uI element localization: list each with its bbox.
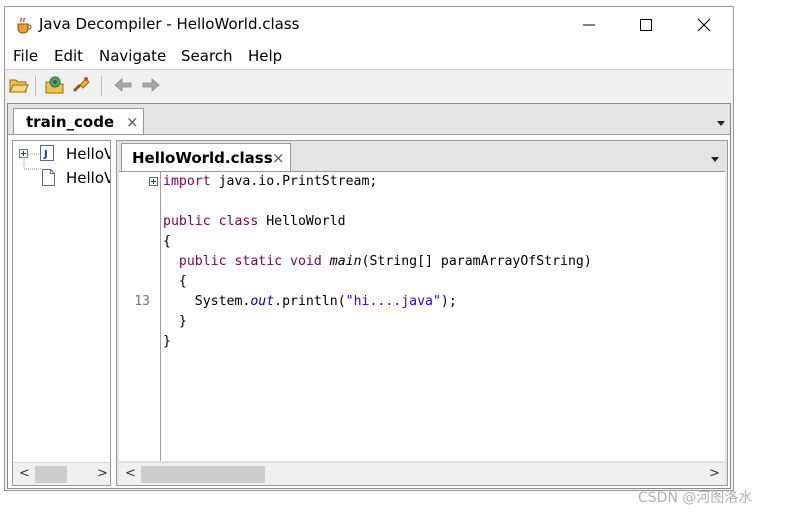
decompiler-window: Java Decompiler - HelloWorld.class File … <box>4 6 734 491</box>
open-type-icon[interactable] <box>45 76 65 94</box>
code-token: out <box>250 294 275 309</box>
menu-file[interactable]: File <box>13 47 38 65</box>
tab-helloworld-class[interactable]: HelloWorld.class × <box>121 143 291 171</box>
watermark: CSDN @河图洛水 <box>638 490 753 506</box>
close-icon <box>697 18 711 32</box>
line-number-gutter: 13 <box>119 172 161 461</box>
menu-bar: File Edit Navigate Search Help <box>5 43 733 69</box>
tab-close-icon[interactable]: × <box>272 149 285 167</box>
code-line: public class HelloWorld <box>163 214 346 229</box>
tree-connector <box>28 153 40 155</box>
scroll-thumb[interactable] <box>141 466 265 483</box>
tree-connector <box>23 157 41 170</box>
fold-expand-icon[interactable] <box>149 177 158 186</box>
editor-tab-list-dropdown-icon[interactable] <box>711 157 719 162</box>
tree-item-helloworld-java[interactable]: HelloV <box>13 157 111 189</box>
code-token: ); <box>440 294 457 309</box>
code-token: java.io.PrintStream; <box>210 174 378 189</box>
code-line: public static void main(String[] paramAr… <box>163 254 592 269</box>
minimize-button[interactable] <box>560 7 618 43</box>
minimize-icon <box>583 24 595 26</box>
code-line: import java.io.PrintStream; <box>163 174 377 189</box>
menu-navigate[interactable]: Navigate <box>99 47 166 65</box>
menu-help[interactable]: Help <box>248 47 282 65</box>
forward-icon[interactable] <box>141 76 161 94</box>
title-bar[interactable]: Java Decompiler - HelloWorld.class <box>5 7 733 43</box>
tree-item-label: HelloV <box>66 145 111 163</box>
scroll-left-icon[interactable]: < <box>125 466 136 481</box>
code-token: .println( <box>274 294 346 309</box>
code-token: { <box>163 274 187 289</box>
code-token: System. <box>163 294 251 309</box>
code-token: (String[] paramArrayOfString) <box>361 254 592 269</box>
open-file-icon[interactable] <box>9 76 29 94</box>
code-token: "hi....java" <box>345 294 441 309</box>
line-number: 13 <box>134 294 150 309</box>
file-icon <box>42 169 55 186</box>
code-line: { <box>163 274 187 289</box>
svg-text:J: J <box>43 149 48 160</box>
tab-close-icon[interactable]: × <box>126 113 139 131</box>
tab-train-code-label: train_code <box>26 113 115 131</box>
code-token: public static void <box>178 254 322 269</box>
toolbar-separator <box>101 76 102 96</box>
tab-list-dropdown-icon[interactable] <box>717 121 725 126</box>
close-button[interactable] <box>675 7 733 43</box>
maximize-button[interactable] <box>617 7 675 43</box>
code-token: HelloWorld <box>258 214 346 229</box>
code-line: } <box>163 334 171 349</box>
code-token: main <box>329 254 362 269</box>
editor-horizontal-scrollbar[interactable]: < > <box>119 462 725 485</box>
menu-edit[interactable]: Edit <box>54 47 83 65</box>
toolbar-separator <box>35 76 36 96</box>
code-token: { <box>163 234 171 249</box>
editor-pane: HelloWorld.class × 13 import java.io.Pri… <box>116 140 728 486</box>
code-token: } <box>163 314 187 329</box>
scroll-right-icon[interactable]: > <box>709 466 720 481</box>
code-token: import <box>163 174 211 189</box>
project-body: J HelloV HelloV < > HelloWorld.class × 1… <box>8 134 730 488</box>
code-token: public class <box>163 214 259 229</box>
tab-train-code[interactable]: train_code × <box>13 108 144 135</box>
code-token: } <box>163 334 171 349</box>
project-pane: train_code × J HelloV HelloV < > HelloWo… <box>7 103 731 489</box>
back-icon[interactable] <box>113 76 133 94</box>
code-line: } <box>163 314 187 329</box>
code-line: { <box>163 234 171 249</box>
search-icon[interactable] <box>71 76 91 94</box>
code-editor[interactable]: 13 import java.io.PrintStream; public cla… <box>119 171 725 461</box>
scroll-left-icon[interactable]: < <box>19 466 30 481</box>
tree-horizontal-scrollbar[interactable]: < > <box>13 462 110 485</box>
tree-item-label: HelloV <box>66 169 111 187</box>
toolbar <box>5 70 733 100</box>
scroll-thumb[interactable] <box>35 466 67 483</box>
code-line: System.out.println("hi....java"); <box>163 294 457 309</box>
maximize-icon <box>640 19 652 31</box>
editor-tab-label: HelloWorld.class <box>132 149 273 167</box>
coffee-cup-icon <box>15 16 33 34</box>
window-title: Java Decompiler - HelloWorld.class <box>39 15 300 33</box>
menu-search[interactable]: Search <box>181 47 233 65</box>
scroll-right-icon[interactable]: > <box>97 466 108 481</box>
class-tree: J HelloV HelloV < > <box>12 140 111 486</box>
